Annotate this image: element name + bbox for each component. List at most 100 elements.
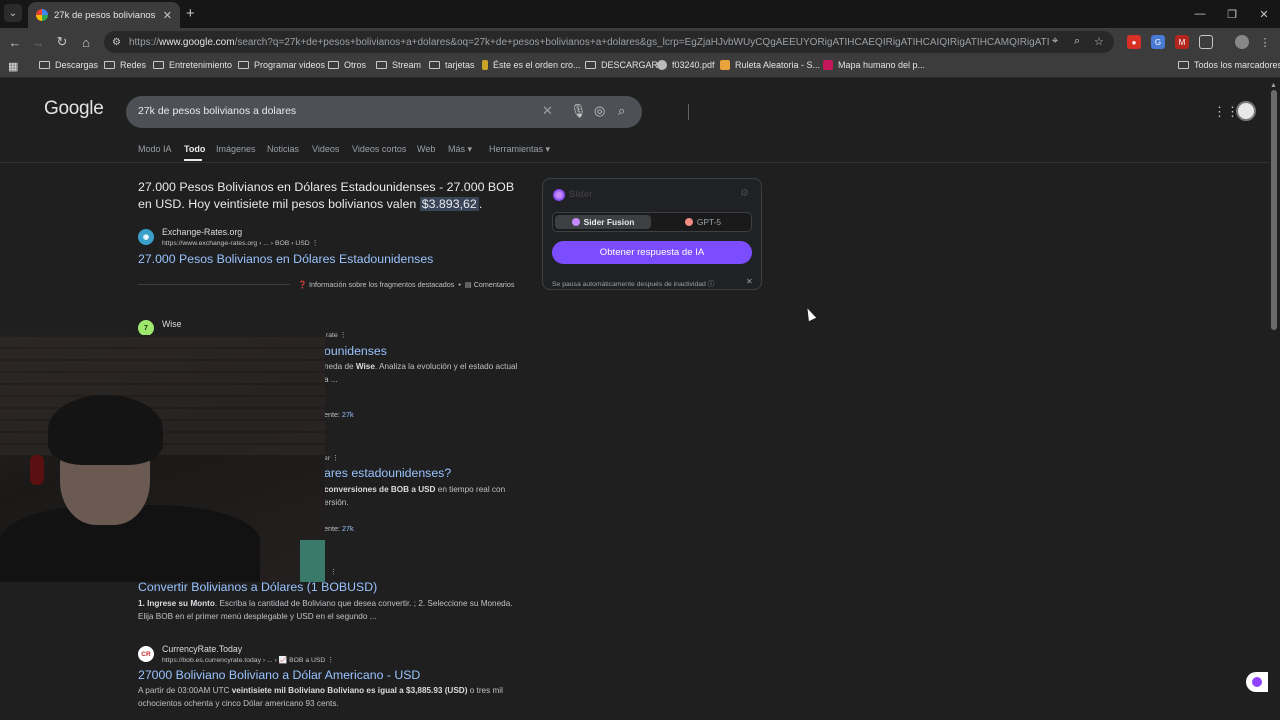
close-icon[interactable]: ✕ <box>746 277 753 286</box>
bookmark-folder[interactable]: DESCARGAR <box>585 60 658 70</box>
menu-dots-icon[interactable]: ⋮ <box>1258 35 1272 49</box>
site-name[interactable]: CurrencyRate.Today <box>162 644 242 654</box>
account-avatar[interactable] <box>1236 101 1256 121</box>
minimize-button[interactable]: — <box>1184 0 1216 28</box>
search-box[interactable]: 27k de pesos bolivianos a dolares ✕ 🎙 ◎ … <box>126 96 689 128</box>
tab-videos-cortos[interactable]: Videos cortos <box>352 144 406 154</box>
apps-grid-icon[interactable]: ▦ <box>8 60 18 73</box>
bookmarks-bar: ▦ Descargas Redes Entretenimiento Progra… <box>0 56 1280 78</box>
bookmark-folder[interactable]: tarjetas <box>429 60 475 70</box>
extension-red-icon[interactable]: ● <box>1127 35 1141 49</box>
extensions-puzzle-icon[interactable] <box>1199 35 1213 49</box>
desc-bold: veintisiete mil Boliviano Boliviano es i… <box>231 686 468 695</box>
address-bar[interactable]: ⚙ https://www.google.com/search?q=27k+de… <box>104 31 1114 53</box>
bookmark-link[interactable]: Éste es el orden cro... <box>482 60 581 70</box>
bookmark-folder[interactable]: Descargas <box>39 60 98 70</box>
site-name[interactable]: Wise <box>162 319 182 329</box>
google-logo[interactable]: Google <box>44 98 104 120</box>
folder-icon <box>429 61 440 69</box>
search-divider <box>688 104 689 120</box>
sider-floating-button[interactable] <box>1246 672 1268 692</box>
desc-text: en tiempo real con <box>435 485 506 494</box>
result-description: neda de Wise. Analiza la evolución y el … <box>324 361 530 386</box>
tab-strip: ⌄ 27k de pesos bolivianos a dolar ✕ + — … <box>0 0 1280 28</box>
site-name[interactable]: Exchange-Rates.org <box>162 227 242 237</box>
tab-noticias[interactable]: Noticias <box>267 144 299 154</box>
bookmark-folder[interactable]: Otros <box>328 60 366 70</box>
new-tab-button[interactable]: + <box>186 5 195 22</box>
site-url[interactable]: rate ⋮ <box>326 331 346 339</box>
home-button[interactable]: ⌂ <box>77 33 95 51</box>
result-link[interactable]: ounidenses <box>324 344 387 358</box>
bookmark-link[interactable]: Ruleta Aleatoria - S... <box>720 60 820 70</box>
site-url[interactable]: er ⋮ <box>324 454 339 462</box>
reload-button[interactable]: ↻ <box>53 33 71 51</box>
bookmark-link[interactable]: Mapa humano del p... <box>823 60 925 70</box>
featured-snippet-info[interactable]: ❓ Información sobre los fragmentos desta… <box>298 280 514 289</box>
bookmark-star-icon[interactable]: ☆ <box>1094 35 1104 48</box>
result-link[interactable]: Convertir Bolivianos a Dólares (1 BOBUSD… <box>138 580 377 594</box>
site-url[interactable]: https://www.exchange-rates.org › ... › B… <box>162 239 318 247</box>
settings-icon[interactable]: ⚙ <box>740 188 749 199</box>
bookmark-folder[interactable]: Entretenimiento <box>153 60 232 70</box>
clear-search-icon[interactable]: ✕ <box>542 103 553 119</box>
note-link[interactable]: 27k <box>342 524 354 533</box>
result-link[interactable]: ares estadounidenses? <box>324 466 451 480</box>
result-link[interactable]: 27.000 Pesos Bolivianos en Dólares Estad… <box>138 252 433 266</box>
site-url[interactable]: https://bob.es.currencyrate.today › ... … <box>162 656 334 664</box>
folder-icon <box>104 61 115 69</box>
tab-mas[interactable]: Más ▾ <box>448 144 472 155</box>
forward-button[interactable]: → <box>29 33 47 51</box>
zoom-icon[interactable]: ⌕ <box>1074 35 1080 48</box>
folder-icon <box>328 61 339 69</box>
folder-icon <box>585 61 596 69</box>
lens-icon[interactable]: ◎ <box>594 103 605 119</box>
search-icon[interactable]: ⌕ <box>618 103 625 119</box>
model-option-sider-fusion[interactable]: Sider Fusion <box>555 215 651 229</box>
location-icon[interactable]: ⌖ <box>1052 35 1058 48</box>
note-link[interactable]: 27k <box>342 410 354 419</box>
model-option-gpt5[interactable]: GPT-5 <box>657 215 749 229</box>
tab-search-button[interactable]: ⌄ <box>4 4 22 22</box>
result-link[interactable]: 27000 Boliviano Boliviano a Dólar Americ… <box>138 668 420 682</box>
restore-button[interactable]: ❐ <box>1216 0 1248 28</box>
tab-herramientas[interactable]: Herramientas ▾ <box>489 144 550 155</box>
translate-extension-icon[interactable]: G <box>1151 35 1165 49</box>
tab-web[interactable]: Web <box>417 144 435 154</box>
url-text: https://www.google.com/search?q=27k+de+p… <box>128 36 1049 48</box>
back-button[interactable]: ← <box>6 33 24 51</box>
scroll-up-icon[interactable]: ▲ <box>1270 82 1277 89</box>
bookmark-link[interactable]: f03240.pdf <box>657 60 715 70</box>
tab-imagenes[interactable]: Imágenes <box>216 144 256 154</box>
all-bookmarks[interactable]: Todos los marcadores <box>1178 60 1280 70</box>
bookmark-folder[interactable]: Redes <box>104 60 146 70</box>
bookmark-label: Ruleta Aleatoria - S... <box>735 60 821 70</box>
more-options-icon[interactable]: ⋮ <box>330 568 337 576</box>
tab-videos[interactable]: Videos <box>312 144 339 154</box>
desc-text: neda de <box>324 362 356 371</box>
bookmark-folder[interactable]: Stream <box>376 60 421 70</box>
microphone-icon[interactable]: 🎙 <box>570 103 587 119</box>
active-tab[interactable]: 27k de pesos bolivianos a dolar ✕ <box>28 2 180 28</box>
bookmark-label: Programar videos <box>254 60 326 70</box>
bookmark-folder[interactable]: Programar videos <box>238 60 325 70</box>
browser-toolbar: ← → ↻ ⌂ ⚙ https://www.google.com/search?… <box>0 28 1280 56</box>
close-tab-icon[interactable]: ✕ <box>163 9 172 22</box>
headphone <box>30 455 44 485</box>
search-input[interactable]: 27k de pesos bolivianos a dolares <box>138 105 296 117</box>
feedback-label: Comentarios <box>473 280 515 289</box>
header-divider <box>0 162 1270 163</box>
desc-text: . Analiza la evolución y el estado actua… <box>374 362 518 371</box>
bookmark-label: Descargas <box>55 60 99 70</box>
profile-avatar-icon[interactable] <box>1235 35 1249 49</box>
site-info-icon[interactable]: ⚙ <box>112 37 121 48</box>
sider-logo-icon <box>553 189 565 201</box>
close-window-button[interactable]: ✕ <box>1248 0 1280 28</box>
wise-favicon-icon: 7 <box>138 320 154 336</box>
get-ai-answer-button[interactable]: Obtener respuesta de IA <box>552 241 752 264</box>
extension-m-icon[interactable]: M <box>1175 35 1189 49</box>
tab-modo-ia[interactable]: Modo IA <box>138 144 172 154</box>
tab-todo[interactable]: Todo <box>184 144 205 154</box>
desc-bold: Wise <box>355 362 375 371</box>
page-scrollbar[interactable] <box>1271 90 1277 330</box>
